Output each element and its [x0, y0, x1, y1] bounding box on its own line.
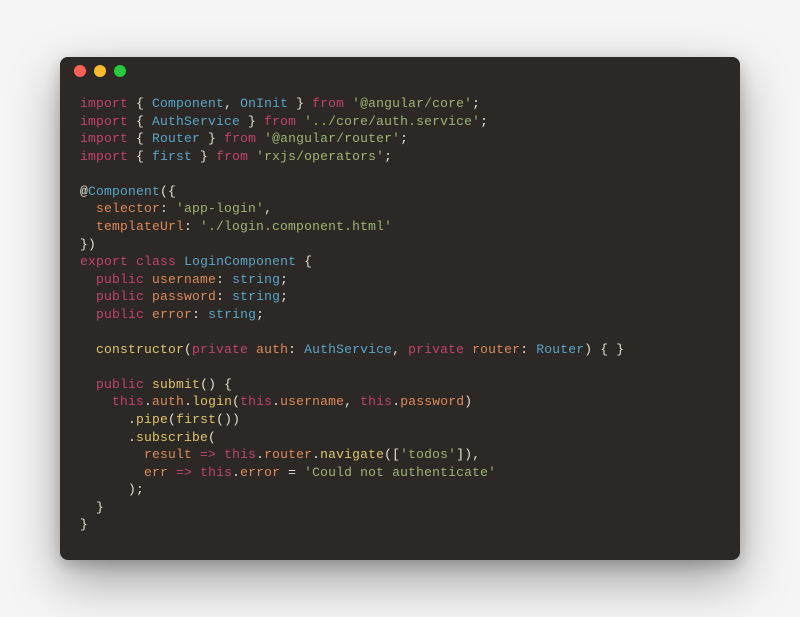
- close-icon[interactable]: [74, 65, 86, 77]
- window-titlebar: [60, 57, 740, 85]
- zoom-icon[interactable]: [114, 65, 126, 77]
- minimize-icon[interactable]: [94, 65, 106, 77]
- stage: import { Component, OnInit } from '@angu…: [0, 0, 800, 617]
- code-window: import { Component, OnInit } from '@angu…: [60, 57, 740, 560]
- kw-import: import: [80, 96, 128, 111]
- code-block: import { Component, OnInit } from '@angu…: [60, 85, 740, 560]
